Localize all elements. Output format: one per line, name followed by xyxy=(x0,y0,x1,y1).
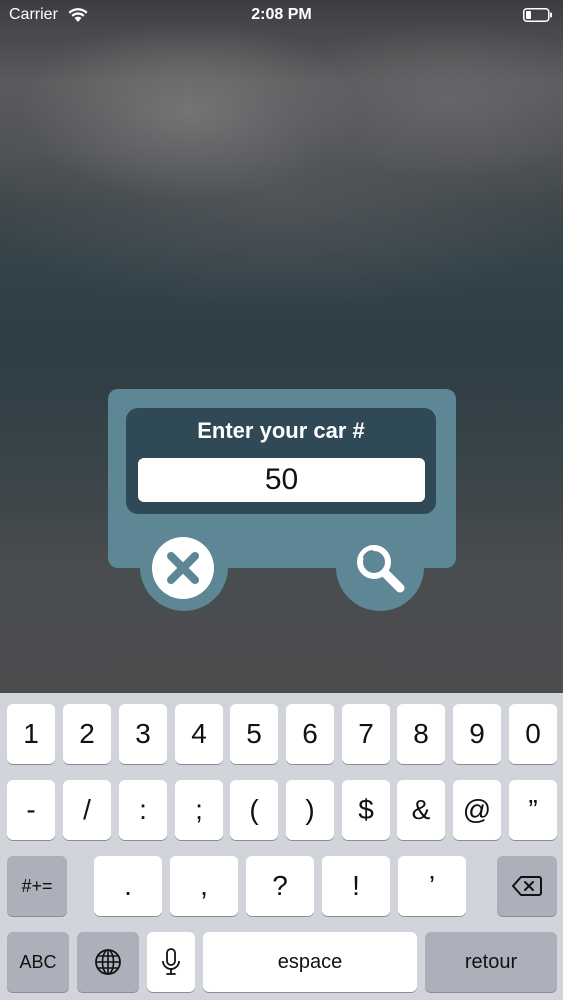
status-time: 2:08 PM xyxy=(251,6,312,23)
key-at[interactable]: @ xyxy=(453,780,501,840)
key-semicolon[interactable]: ; xyxy=(175,780,223,840)
key-6[interactable]: 6 xyxy=(286,704,334,764)
key-0[interactable]: 0 xyxy=(509,704,557,764)
backspace-key[interactable] xyxy=(497,856,557,916)
microphone-key[interactable] xyxy=(147,932,195,992)
magnifier-icon xyxy=(357,545,405,593)
numeric-keyboard: 1 2 3 4 5 6 7 8 9 0 - / : ; ( ) $ & @ ” … xyxy=(0,693,563,1000)
search-button[interactable] xyxy=(352,540,408,596)
key-right-paren[interactable]: ) xyxy=(286,780,334,840)
close-icon xyxy=(167,552,199,584)
car-number-input[interactable]: 50 xyxy=(138,458,425,502)
key-ampersand[interactable]: & xyxy=(397,780,445,840)
key-apostrophe[interactable]: ’ xyxy=(398,856,466,916)
key-2[interactable]: 2 xyxy=(63,704,111,764)
key-1[interactable]: 1 xyxy=(7,704,55,764)
key-7[interactable]: 7 xyxy=(342,704,390,764)
space-key[interactable]: espace xyxy=(203,932,417,992)
globe-icon xyxy=(95,949,121,975)
battery-icon xyxy=(523,8,553,22)
key-comma[interactable]: , xyxy=(170,856,238,916)
symbols-toggle-key[interactable]: #+= xyxy=(7,856,67,916)
return-key[interactable]: retour xyxy=(425,932,557,992)
car-number-value: 50 xyxy=(264,463,299,496)
status-bar: Carrier 2:08 PM xyxy=(0,0,563,30)
globe-key[interactable] xyxy=(77,932,139,992)
key-quote[interactable]: ” xyxy=(509,780,557,840)
key-left-paren[interactable]: ( xyxy=(230,780,278,840)
cancel-button[interactable] xyxy=(152,537,214,599)
key-question[interactable]: ? xyxy=(246,856,314,916)
key-dollar[interactable]: $ xyxy=(342,780,390,840)
key-4[interactable]: 4 xyxy=(175,704,223,764)
abc-key[interactable]: ABC xyxy=(7,932,69,992)
key-8[interactable]: 8 xyxy=(397,704,445,764)
blurred-background xyxy=(0,0,563,693)
backspace-icon xyxy=(512,876,542,896)
dialog-prompt: Enter your car # xyxy=(197,418,365,443)
key-hyphen[interactable]: - xyxy=(7,780,55,840)
key-9[interactable]: 9 xyxy=(453,704,501,764)
microphone-icon xyxy=(162,948,180,975)
key-3[interactable]: 3 xyxy=(119,704,167,764)
key-colon[interactable]: : xyxy=(119,780,167,840)
key-slash[interactable]: / xyxy=(63,780,111,840)
key-exclamation[interactable]: ! xyxy=(322,856,390,916)
key-5[interactable]: 5 xyxy=(230,704,278,764)
key-period[interactable]: . xyxy=(94,856,162,916)
